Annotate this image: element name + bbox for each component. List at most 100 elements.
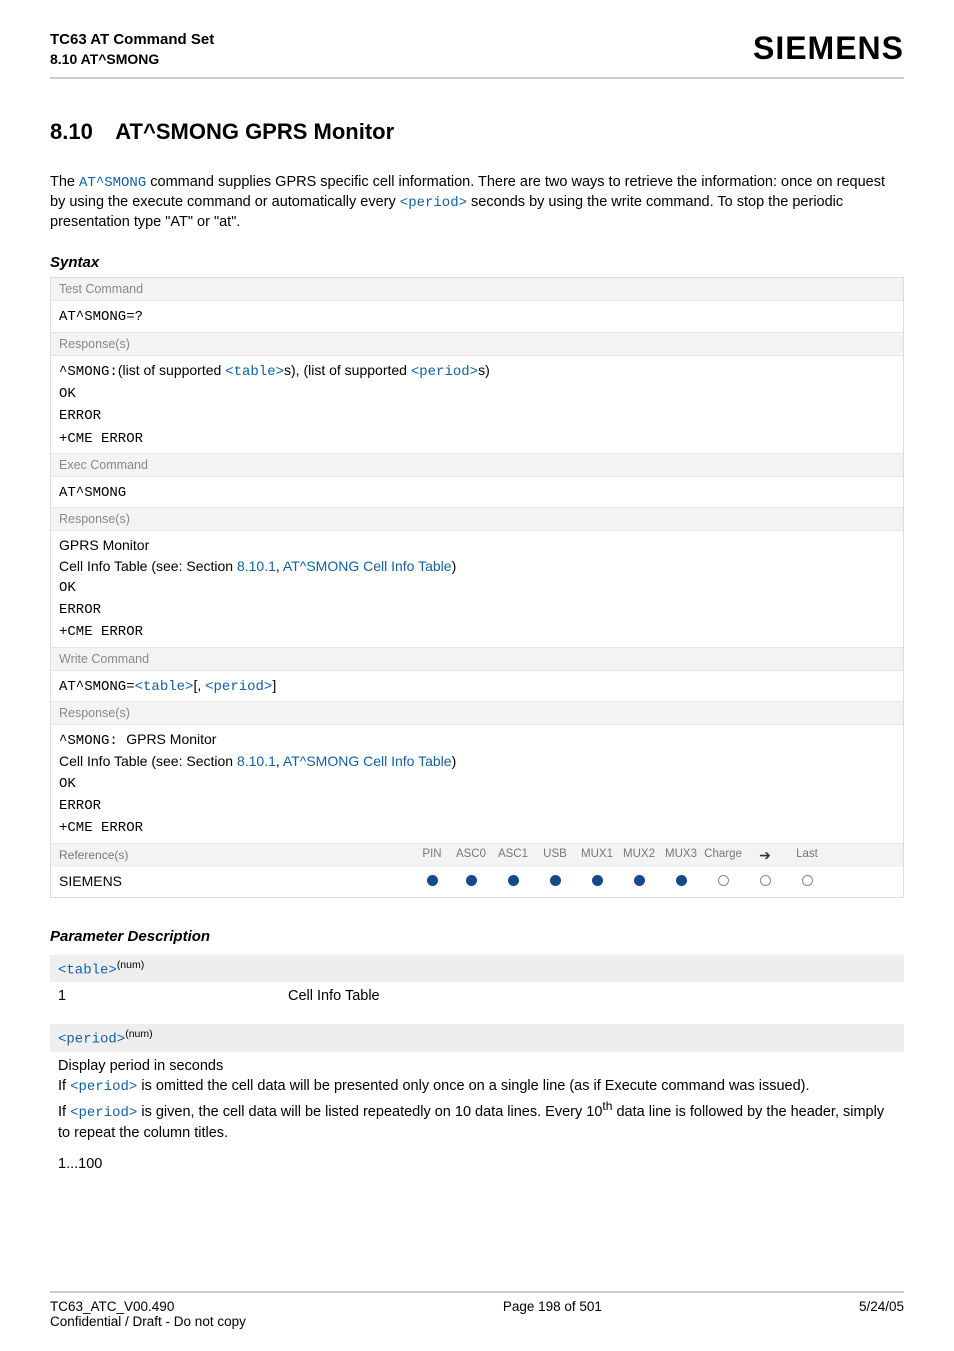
page-footer: TC63_ATC_V00.490 Confidential / Draft - … xyxy=(50,1291,904,1329)
exec-r1: GPRS Monitor xyxy=(59,537,149,553)
ref-col-arrow: ➔ xyxy=(744,848,786,863)
write-r4: ERROR xyxy=(59,798,101,814)
param-period-range: 1...100 xyxy=(58,1154,896,1174)
syntax-heading: Syntax xyxy=(50,254,904,271)
ref-col-asc0: ASC0 xyxy=(450,848,492,863)
write-response: ^SMONG: GPRS Monitor Cell Info Table (se… xyxy=(51,725,903,842)
footer-page-number: Page 198 of 501 xyxy=(246,1299,859,1329)
exec-r2a: Cell Info Table (see: Section xyxy=(59,558,237,574)
page-header: TC63 AT Command Set 8.10 AT^SMONG SIEMEN… xyxy=(50,30,904,79)
write-r2c: , xyxy=(276,753,283,769)
param-period-bar: <period>(num) xyxy=(50,1024,904,1052)
param-table-name[interactable]: <table> xyxy=(58,962,117,978)
test-response: ^SMONG:(list of supported <table>s), (li… xyxy=(51,356,903,453)
param-period-l2a: If xyxy=(58,1078,70,1094)
param-period-l2b-link[interactable]: <period> xyxy=(70,1079,137,1095)
test-r1d: s), (list of supported xyxy=(284,362,411,378)
exec-command: AT^SMONG xyxy=(51,477,903,507)
reference-vendor: SIEMENS xyxy=(59,873,414,889)
dot-pin xyxy=(414,873,450,889)
write-r3: OK xyxy=(59,776,76,792)
test-r1c-link[interactable]: <table> xyxy=(225,364,284,380)
write-cmd-d-link[interactable]: <period> xyxy=(205,679,272,695)
write-command-label: Write Command xyxy=(51,647,903,671)
exec-r4: ERROR xyxy=(59,602,101,618)
param-table-sup: (num) xyxy=(117,959,144,971)
intro-pre: The xyxy=(50,174,79,190)
dot-filled-icon xyxy=(427,875,438,886)
ref-col-mux2: MUX2 xyxy=(618,848,660,863)
write-cmd-b-link[interactable]: <table> xyxy=(135,679,194,695)
param-period-name[interactable]: <period> xyxy=(58,1032,125,1048)
footer-confidential: Confidential / Draft - Do not copy xyxy=(50,1314,246,1329)
dot-filled-icon xyxy=(634,875,645,886)
write-cmd-e: ] xyxy=(272,677,276,693)
dot-last xyxy=(786,873,828,889)
test-r4: +CME ERROR xyxy=(59,431,143,447)
exec-command-label: Exec Command xyxy=(51,453,903,477)
section-title-text: AT^SMONG GPRS Monitor xyxy=(115,119,394,144)
dot-filled-icon xyxy=(508,875,519,886)
test-r1f: s) xyxy=(478,362,490,378)
param-period-l3b-link[interactable]: <period> xyxy=(70,1105,137,1121)
ref-col-last: Last xyxy=(786,848,828,863)
footer-date: 5/24/05 xyxy=(859,1299,904,1329)
param-period-body: Display period in seconds If <period> is… xyxy=(50,1052,904,1174)
test-command: AT^SMONG=? xyxy=(51,301,903,331)
param-desc-heading: Parameter Description xyxy=(50,928,904,945)
dot-filled-icon xyxy=(592,875,603,886)
ref-col-mux3: MUX3 xyxy=(660,848,702,863)
footer-doc-id: TC63_ATC_V00.490 xyxy=(50,1299,246,1314)
dot-empty-icon xyxy=(718,875,729,886)
param-period-sup: (num) xyxy=(125,1028,152,1040)
exec-command-text: AT^SMONG xyxy=(59,485,126,501)
dot-asc1 xyxy=(492,873,534,889)
dot-arrow xyxy=(744,873,786,889)
ref-col-mux1: MUX1 xyxy=(576,848,618,863)
write-r2b-link[interactable]: 8.10.1 xyxy=(237,753,276,769)
header-left: TC63 AT Command Set 8.10 AT^SMONG xyxy=(50,30,214,69)
write-response-label: Response(s) xyxy=(51,701,903,725)
dot-usb xyxy=(534,873,576,889)
exec-r2c: , xyxy=(276,558,283,574)
param-table-key: 1 xyxy=(58,986,288,1006)
dot-mux1 xyxy=(576,873,618,889)
ref-col-pin: PIN xyxy=(414,848,450,863)
test-command-text: AT^SMONG=? xyxy=(59,309,143,325)
test-r1a: ^SMONG: xyxy=(59,364,118,380)
write-cmd-c: [, xyxy=(193,677,205,693)
dot-filled-icon xyxy=(466,875,477,886)
exec-response: GPRS Monitor Cell Info Table (see: Secti… xyxy=(51,531,903,646)
test-response-label: Response(s) xyxy=(51,332,903,356)
param-period-l3a: If xyxy=(58,1104,70,1120)
intro-param-link[interactable]: <period> xyxy=(400,195,467,211)
param-period-l3c: is given, the cell data will be listed r… xyxy=(137,1104,602,1120)
doc-title: TC63 AT Command Set xyxy=(50,30,214,50)
write-r2d-link[interactable]: AT^SMONG Cell Info Table xyxy=(283,753,452,769)
dot-mux2 xyxy=(618,873,660,889)
dot-empty-icon xyxy=(760,875,771,886)
write-r2e: ) xyxy=(452,753,457,769)
dot-mux3 xyxy=(660,873,702,889)
intro-paragraph: The AT^SMONG command supplies GPRS speci… xyxy=(50,173,904,232)
param-table-row: 1 Cell Info Table xyxy=(58,986,896,1006)
dot-filled-icon xyxy=(676,875,687,886)
write-r2a: Cell Info Table (see: Section xyxy=(59,753,237,769)
dot-asc0 xyxy=(450,873,492,889)
param-table-bar: <table>(num) xyxy=(50,955,904,983)
param-table-val: Cell Info Table xyxy=(288,986,380,1006)
section-number: 8.10 xyxy=(50,119,110,145)
test-r1b: (list of supported xyxy=(118,362,225,378)
test-command-label: Test Command xyxy=(51,278,903,301)
param-period-l1: Display period in seconds xyxy=(58,1056,896,1076)
doc-subtitle: 8.10 AT^SMONG xyxy=(50,50,214,69)
exec-r2d-link[interactable]: AT^SMONG Cell Info Table xyxy=(283,558,452,574)
write-command: AT^SMONG=<table>[, <period>] xyxy=(51,671,903,701)
exec-r2b-link[interactable]: 8.10.1 xyxy=(237,558,276,574)
exec-response-label: Response(s) xyxy=(51,507,903,531)
section-heading: 8.10 AT^SMONG GPRS Monitor xyxy=(50,119,904,145)
write-r1a: ^SMONG: xyxy=(59,733,126,749)
test-r1e-link[interactable]: <period> xyxy=(411,364,478,380)
reference-label: Reference(s) xyxy=(59,848,414,862)
intro-cmd-link[interactable]: AT^SMONG xyxy=(79,175,146,191)
